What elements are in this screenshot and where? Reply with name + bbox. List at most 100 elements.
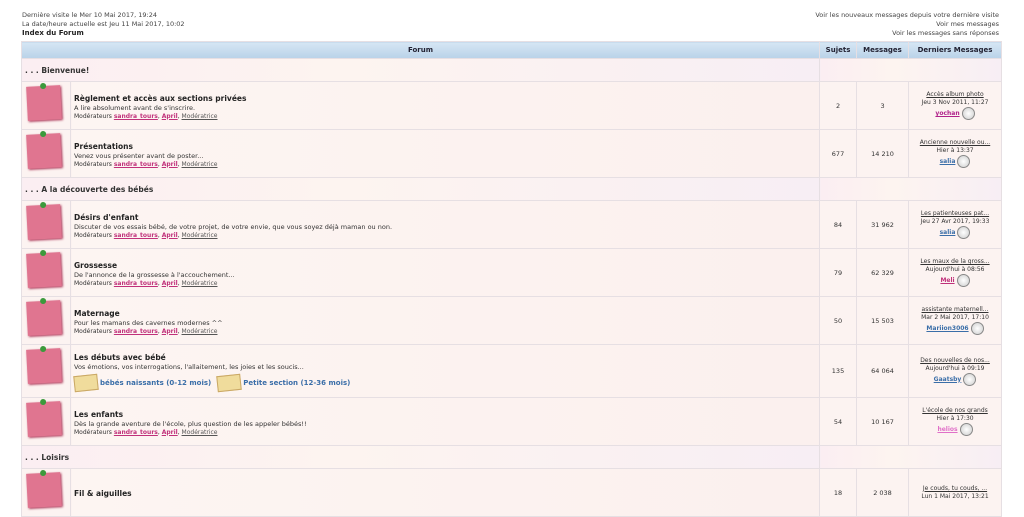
forum-row: Les débuts avec bébé Vos émotions, vos in… xyxy=(21,344,1003,398)
forum-row: Les enfants Dès la grande aventure de l'é… xyxy=(21,397,1003,446)
forum-title[interactable]: Présentations xyxy=(74,142,819,151)
category-title[interactable]: . . . Loisirs xyxy=(20,445,821,469)
forum-title[interactable]: Désirs d'enfant xyxy=(74,213,819,222)
go-to-post-icon[interactable] xyxy=(961,107,975,120)
subforums: bébés naissants (0-12 mois) Petite sectio… xyxy=(73,373,819,393)
forum-row: Règlement et accès aux sections privées A… xyxy=(21,81,1003,130)
moderator-group-link[interactable]: Modératrice xyxy=(182,429,218,436)
subforum-item[interactable]: bébés naissants (0-12 mois) xyxy=(73,373,211,393)
moderator-link[interactable]: sandra_tours xyxy=(114,429,158,436)
topic-count: 54 xyxy=(819,397,858,446)
forum-description: Discuter de vos essais bébé, de votre pr… xyxy=(74,222,393,231)
moderator-link[interactable]: April xyxy=(162,232,178,239)
post-count: 10 167 xyxy=(856,397,910,446)
forum-row: Maternage Pour les mamans des cavernes mo… xyxy=(21,296,1003,345)
forum-title[interactable]: Grossesse xyxy=(74,261,819,270)
last-post-date: Mar 2 Mai 2017, 17:10 xyxy=(921,314,989,321)
moderators: Modérateurs sandra_tours, April, Modérat… xyxy=(74,112,218,120)
visit-info: Dernière visite le Mer 10 Mai 2017, 19:2… xyxy=(22,11,185,38)
forum-title[interactable]: Les enfants xyxy=(74,410,819,419)
moderator-link[interactable]: April xyxy=(162,161,178,168)
moderator-link[interactable]: April xyxy=(162,429,178,436)
moderator-group-link[interactable]: Modératrice xyxy=(182,161,218,168)
moderator-link[interactable]: April xyxy=(162,280,178,287)
topic-count: 50 xyxy=(819,296,858,345)
topic-count: 135 xyxy=(819,344,858,398)
forum-title[interactable]: Fil & aiguilles xyxy=(74,489,819,498)
last-post-title[interactable]: Des nouvelles de nos... xyxy=(910,357,1001,365)
moderator-link[interactable]: sandra_tours xyxy=(114,113,158,120)
new-posts-link[interactable]: Voir les nouveaux messages depuis votre … xyxy=(815,11,999,20)
col-forum: Forum xyxy=(20,41,821,59)
category-row: . . . Bienvenue! xyxy=(20,58,1003,82)
last-post-title[interactable]: assistante maternell... xyxy=(910,306,1001,314)
forum-description: Pour les mamans des cavernes modernes ^^ xyxy=(74,318,223,327)
moderator-group-link[interactable]: Modératrice xyxy=(182,113,218,120)
last-post-date: Aujourd'hui à 09:19 xyxy=(925,364,985,372)
forum-title[interactable]: Règlement et accès aux sections privées xyxy=(74,94,819,103)
quick-links: Voir les nouveaux messages depuis votre … xyxy=(815,11,999,38)
subforum-item[interactable]: Petite section (12-36 mois) xyxy=(216,373,350,393)
post-count: 64 064 xyxy=(856,344,910,398)
col-last: Derniers Messages xyxy=(908,41,1003,59)
category-row: . . . Loisirs xyxy=(20,445,1003,469)
moderator-group-link[interactable]: Modératrice xyxy=(182,232,218,239)
last-post: Des nouvelles de nos... Aujourd'hui à 09:… xyxy=(908,344,1003,398)
forum-note-icon xyxy=(26,252,62,288)
moderators: Modérateurs sandra_tours, April, Modérat… xyxy=(74,160,218,168)
forum-index-link[interactable]: Index du Forum xyxy=(22,29,185,38)
category-title[interactable]: . . . Bienvenue! xyxy=(20,58,821,82)
moderator-link[interactable]: April xyxy=(162,113,178,120)
forum-note-icon xyxy=(26,472,62,508)
last-post-user[interactable]: Mariion3006 xyxy=(926,325,968,332)
last-post-user[interactable]: helios xyxy=(937,426,957,433)
last-post-date: Jeu 3 Nov 2011, 11:27 xyxy=(921,99,989,106)
post-count: 14 210 xyxy=(856,129,910,178)
post-count: 3 xyxy=(856,81,910,130)
envelope-icon xyxy=(216,373,243,393)
last-post-title[interactable]: L'école de nos grands xyxy=(910,407,1001,415)
forum-row: Désirs d'enfant Discuter de vos essais bé… xyxy=(21,200,1003,249)
forum-title[interactable]: Maternage xyxy=(74,309,819,318)
moderator-link[interactable]: sandra_tours xyxy=(114,161,158,168)
last-post: Ancienne nouvelle ou... Hier à 13:37 salia xyxy=(908,129,1003,178)
go-to-post-icon[interactable] xyxy=(959,423,973,436)
last-post-user[interactable]: Gaatsby xyxy=(934,376,962,383)
go-to-post-icon[interactable] xyxy=(957,226,971,239)
last-post-title[interactable]: Accès album photo xyxy=(910,91,1001,99)
forum-title[interactable]: Les débuts avec bébé xyxy=(74,353,819,362)
last-post-user[interactable]: Meli xyxy=(940,277,954,284)
forum-note-icon xyxy=(26,85,62,121)
moderator-group-link[interactable]: Modératrice xyxy=(182,280,218,287)
moderator-link[interactable]: sandra_tours xyxy=(114,232,158,239)
subforum-link[interactable]: Petite section (12-36 mois) xyxy=(243,379,350,387)
forum-description: Venez vous présenter avant de poster... xyxy=(74,151,204,160)
col-messages: Messages xyxy=(856,41,910,59)
last-post-user[interactable]: salia xyxy=(940,158,956,165)
topic-count: 84 xyxy=(819,200,858,249)
last-post: L'école de nos grands Hier à 17:30 helios xyxy=(908,397,1003,446)
moderator-group-link[interactable]: Modératrice xyxy=(182,328,218,335)
last-post-user[interactable]: salia xyxy=(940,229,956,236)
last-post-title[interactable]: Les patienteuses pat... xyxy=(910,210,1001,218)
forum-note-icon xyxy=(26,204,62,240)
last-post-date: Hier à 17:30 xyxy=(936,415,974,422)
forum-row: Présentations Venez vous présenter avant … xyxy=(21,129,1003,178)
last-post-title[interactable]: Je couds, tu couds, ... xyxy=(910,485,1001,493)
go-to-post-icon[interactable] xyxy=(956,274,970,287)
unanswered-link[interactable]: Voir les messages sans réponses xyxy=(815,29,999,38)
last-post-title[interactable]: Ancienne nouvelle ou... xyxy=(910,139,1001,147)
last-post-user[interactable]: yochan xyxy=(935,110,959,117)
go-to-post-icon[interactable] xyxy=(963,372,977,386)
subforum-link[interactable]: bébés naissants (0-12 mois) xyxy=(100,379,211,387)
forum-description: Dès la grande aventure de l'école, plus … xyxy=(74,419,307,428)
topic-count: 79 xyxy=(819,248,858,297)
moderator-link[interactable]: April xyxy=(162,328,178,335)
moderator-link[interactable]: sandra_tours xyxy=(114,328,158,335)
moderator-link[interactable]: sandra_tours xyxy=(114,280,158,287)
go-to-post-icon[interactable] xyxy=(970,322,984,335)
go-to-post-icon[interactable] xyxy=(957,155,971,168)
my-posts-link[interactable]: Voir mes messages xyxy=(815,20,999,29)
category-title[interactable]: . . . A la découverte des bébés xyxy=(20,177,821,201)
last-post-title[interactable]: Les maux de la gross... xyxy=(910,258,1001,266)
